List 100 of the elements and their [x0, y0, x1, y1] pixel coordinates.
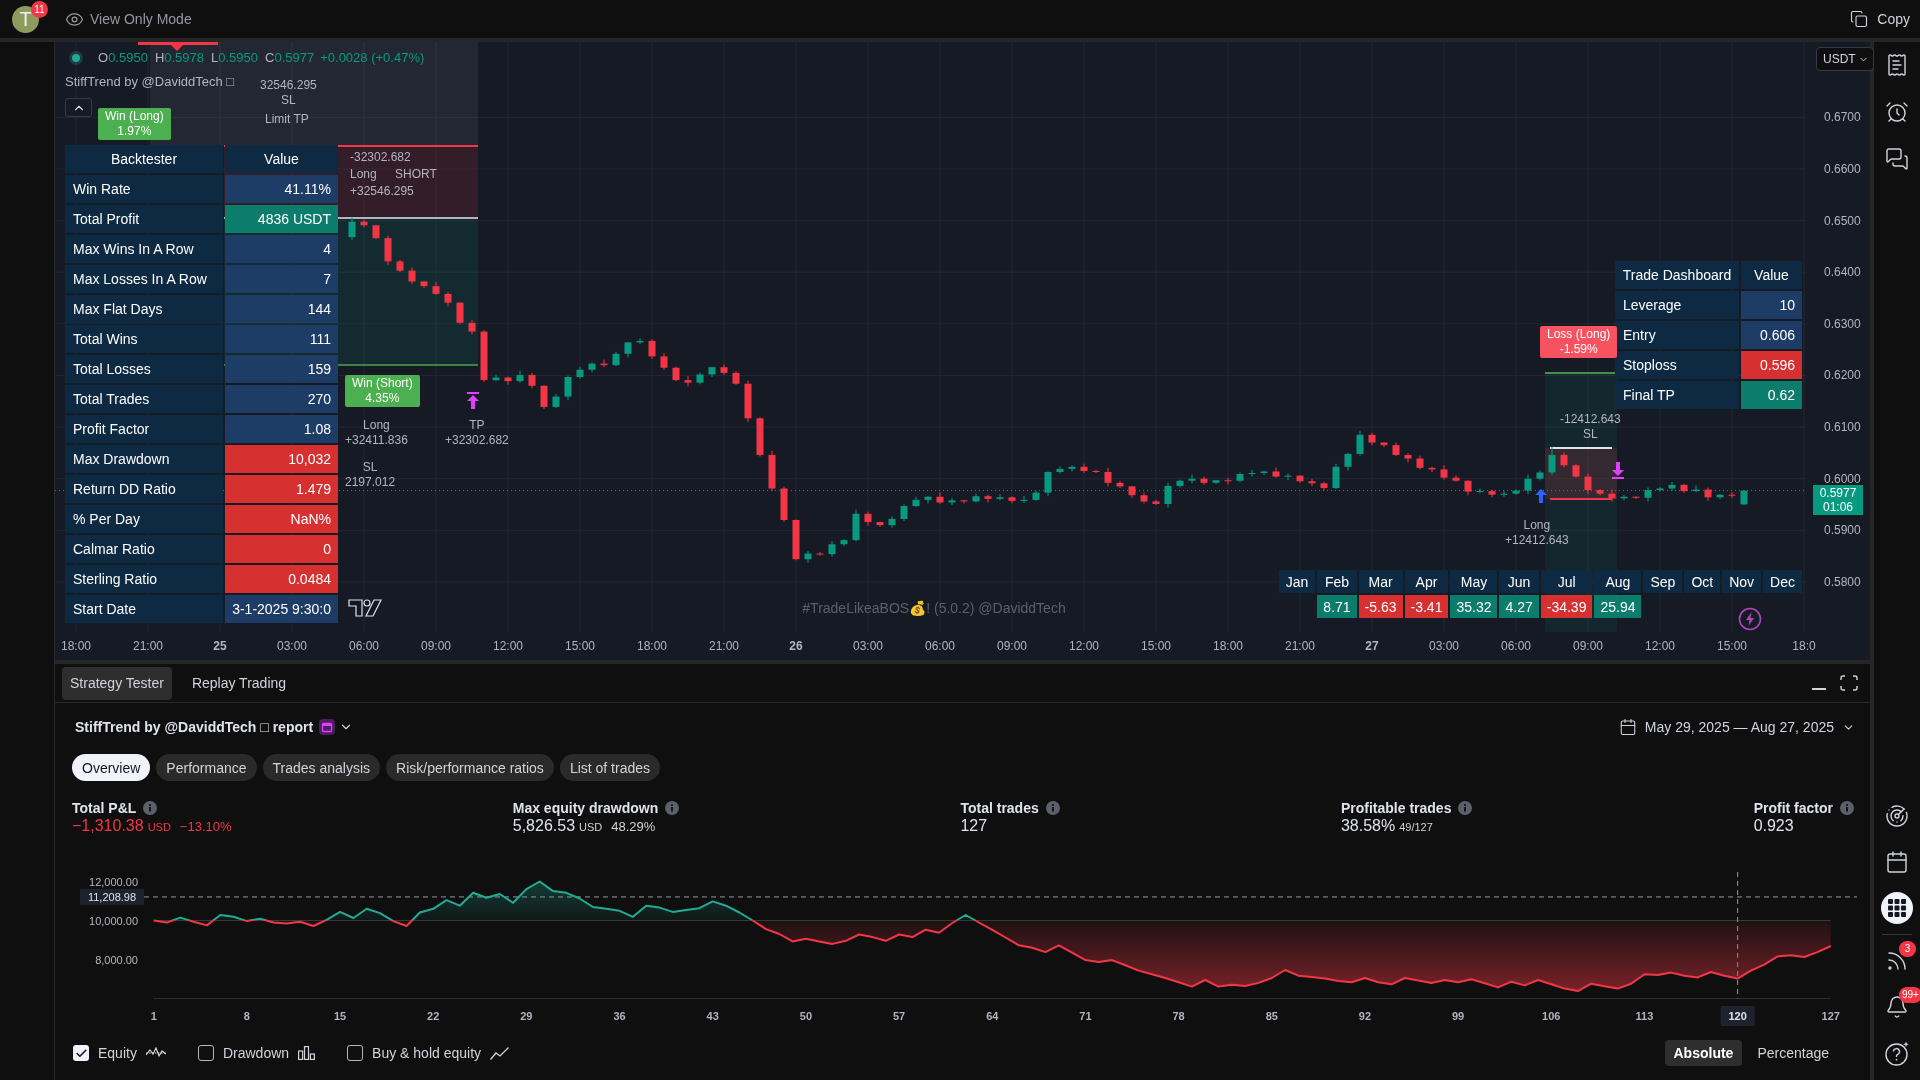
maximize-button[interactable] — [1840, 674, 1858, 692]
candle — [828, 541, 836, 557]
time-label: 21:00 — [709, 639, 739, 653]
apps-button[interactable] — [1881, 892, 1913, 924]
ohlc-value: 0.5977 — [274, 50, 315, 66]
info-icon — [665, 801, 680, 815]
copy-button[interactable]: Copy — [1850, 10, 1910, 28]
candle — [1572, 463, 1580, 478]
candle — [1416, 455, 1424, 470]
report-tab[interactable]: Performance — [156, 754, 257, 781]
candle — [684, 375, 692, 387]
candle — [1188, 474, 1196, 484]
trend-line-icon — [490, 1046, 510, 1060]
indicator-name: StiffTrend by @DaviddTech □ — [65, 74, 235, 90]
trade-note: Long — [350, 167, 377, 182]
candle — [1740, 490, 1748, 505]
last-price: 0.5977 — [1819, 485, 1857, 500]
candle — [1632, 496, 1640, 499]
candle — [900, 504, 908, 521]
collapse-button[interactable] — [65, 98, 92, 117]
candle — [384, 235, 392, 265]
candle — [936, 492, 944, 504]
table-header: Jun — [1499, 570, 1539, 593]
scale-button[interactable]: Percentage — [1748, 1040, 1838, 1066]
time-label: 03:00 — [1429, 639, 1459, 653]
table-cell: Final TP — [1615, 381, 1739, 409]
candle — [1044, 471, 1052, 497]
candle — [1092, 469, 1100, 473]
report-tab[interactable]: List of trades — [559, 754, 661, 781]
crosshair-label: 11,208.98 — [80, 888, 144, 905]
table-cell: Max Losses In A Row — [65, 265, 223, 293]
report-title: StiffTrend by @DaviddTech □ report — [75, 719, 314, 735]
candle — [780, 486, 788, 523]
candle — [1536, 470, 1544, 481]
trade-note: Long +32411.836 — [345, 418, 408, 448]
candle — [1464, 480, 1472, 496]
ohlc-value: 0.5950 — [108, 50, 148, 66]
time-label: 12:00 — [1069, 639, 1099, 653]
table-header: Mar — [1358, 570, 1403, 593]
candle — [1056, 466, 1064, 474]
trade-note: +32546.295 — [350, 184, 414, 199]
table-header: Trade Dashboard — [1615, 261, 1739, 289]
candle — [552, 394, 560, 408]
table-cell: Return DD Ratio — [65, 475, 223, 503]
candle — [612, 351, 620, 367]
logo-icon — [348, 598, 382, 618]
candle — [816, 552, 824, 556]
price-label: 0.5800 — [1824, 574, 1861, 589]
candle — [1704, 487, 1712, 501]
candle — [960, 499, 968, 504]
checkbox[interactable] — [197, 1045, 214, 1061]
axis-label: 15 — [333, 1010, 347, 1022]
scale-button[interactable]: Absolute — [1664, 1040, 1743, 1066]
axis-label: 92 — [1358, 1010, 1372, 1022]
price-label: 0.5900 — [1824, 523, 1861, 538]
table-cell: Max Drawdown — [65, 445, 223, 473]
document-icon — [1885, 53, 1909, 77]
report-tab[interactable]: Risk/performance ratios — [386, 754, 554, 781]
table-header: Aug — [1594, 570, 1642, 593]
candle — [1116, 480, 1124, 488]
trade-note: Limit TP — [265, 112, 309, 127]
candle — [1224, 477, 1232, 485]
arrow-up-icon — [467, 392, 479, 409]
candle — [948, 498, 956, 505]
candle — [1392, 442, 1400, 456]
candle — [396, 259, 404, 273]
info-icon — [1839, 801, 1854, 815]
candle — [540, 385, 548, 409]
time-label: 21:00 — [1285, 639, 1315, 653]
panel-tab[interactable]: Replay Trading — [183, 666, 295, 700]
trade-note: -32302.682 — [350, 150, 411, 165]
radar-icon — [1885, 804, 1909, 828]
info-icon — [143, 801, 158, 815]
table-cell: 0.596 — [1741, 351, 1802, 379]
candle — [864, 511, 872, 526]
candle — [720, 364, 728, 375]
checkbox[interactable] — [347, 1045, 364, 1061]
metric-unit: USD — [147, 821, 171, 833]
candle — [480, 330, 488, 383]
countdown: 01:06 — [1823, 499, 1853, 514]
checkbox[interactable] — [73, 1045, 89, 1061]
report-tab[interactable]: Trades analysis — [262, 754, 381, 781]
date-range-button[interactable]: May 29, 2025 — Aug 27, 2025 — [1618, 718, 1855, 736]
table-cell: 144 — [225, 295, 338, 323]
table-header: Feb — [1317, 570, 1357, 593]
candle — [912, 496, 920, 508]
panel-tab[interactable]: Strategy Tester — [62, 666, 172, 700]
ohlc-value: 0.5978 — [164, 50, 205, 66]
table-cell: Total Profit — [65, 205, 223, 233]
candle — [1560, 452, 1568, 468]
table-cell: -34.39 — [1540, 595, 1593, 618]
candle — [1272, 467, 1280, 478]
table-cell: 10 — [1741, 291, 1802, 319]
table-cell: 4.27 — [1499, 595, 1539, 618]
table-cell: 0.606 — [1741, 321, 1802, 349]
candle — [528, 372, 536, 389]
candle — [876, 521, 884, 527]
currency-button[interactable]: USDT — [1816, 47, 1874, 71]
candle — [492, 374, 500, 382]
report-tab[interactable]: Overview — [72, 754, 151, 781]
